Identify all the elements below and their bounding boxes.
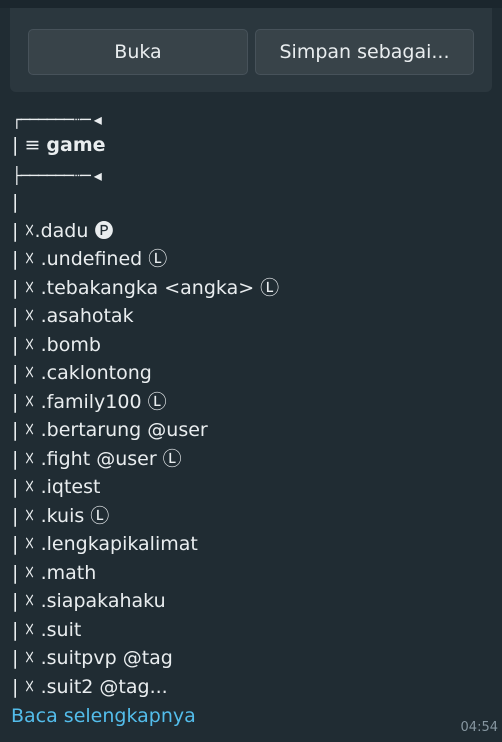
list-item: | ☓ .asahotak bbox=[12, 305, 134, 327]
list-item: | ☓ .fight @user Ⓛ bbox=[12, 448, 182, 470]
list-item: | ☓ .kuis Ⓛ bbox=[12, 505, 110, 527]
list-item: | ☓ .suit bbox=[12, 619, 82, 641]
list-item: | ☓ .suitpvp @tag bbox=[12, 647, 173, 669]
list-item: | ☓ .bomb bbox=[12, 334, 101, 356]
menu-title-row: | ≡ game bbox=[12, 131, 106, 159]
read-more-link[interactable]: Baca selengkapnya bbox=[11, 702, 196, 730]
list-item: | ☓ .bertarung @user bbox=[12, 419, 208, 441]
list-item: | ☓ .siapakahaku bbox=[12, 590, 166, 612]
menu-title-prefix: | ≡ bbox=[12, 134, 41, 156]
separator-line: | bbox=[12, 191, 19, 213]
top-strip bbox=[0, 0, 502, 8]
list-item: | ☓ .math bbox=[12, 562, 97, 584]
message-timestamp: 04:54 bbox=[460, 720, 498, 735]
list-item: | ☓ .lengkapikalimat bbox=[12, 533, 198, 555]
open-button[interactable]: Buka bbox=[28, 29, 248, 75]
list-item: | ☓.dadu 🅟 bbox=[12, 220, 114, 242]
document-action-panel: Buka Simpan sebagai... bbox=[10, 8, 492, 92]
list-item: | ☓ .undefined Ⓛ bbox=[12, 248, 168, 270]
box-bottom-border: ├──────┈─ ◂ bbox=[12, 166, 102, 185]
list-item: | ☓ .family100 Ⓛ bbox=[12, 391, 167, 413]
save-as-button[interactable]: Simpan sebagai... bbox=[255, 29, 474, 75]
list-item: | ☓ .caklontong bbox=[12, 362, 152, 384]
message-bubble: ┌──────┈─ ◂ | ≡ game ├──────┈─ ◂ | | ☓.d… bbox=[0, 100, 502, 742]
box-top-border: ┌──────┈─ ◂ bbox=[12, 110, 102, 129]
menu-title: game bbox=[46, 134, 106, 156]
list-item: | ☓ .suit2 @tag... bbox=[12, 676, 168, 698]
list-item: | ☓ .iqtest bbox=[12, 476, 101, 498]
list-item: | ☓ .tebakangka <angka> Ⓛ bbox=[12, 277, 280, 299]
